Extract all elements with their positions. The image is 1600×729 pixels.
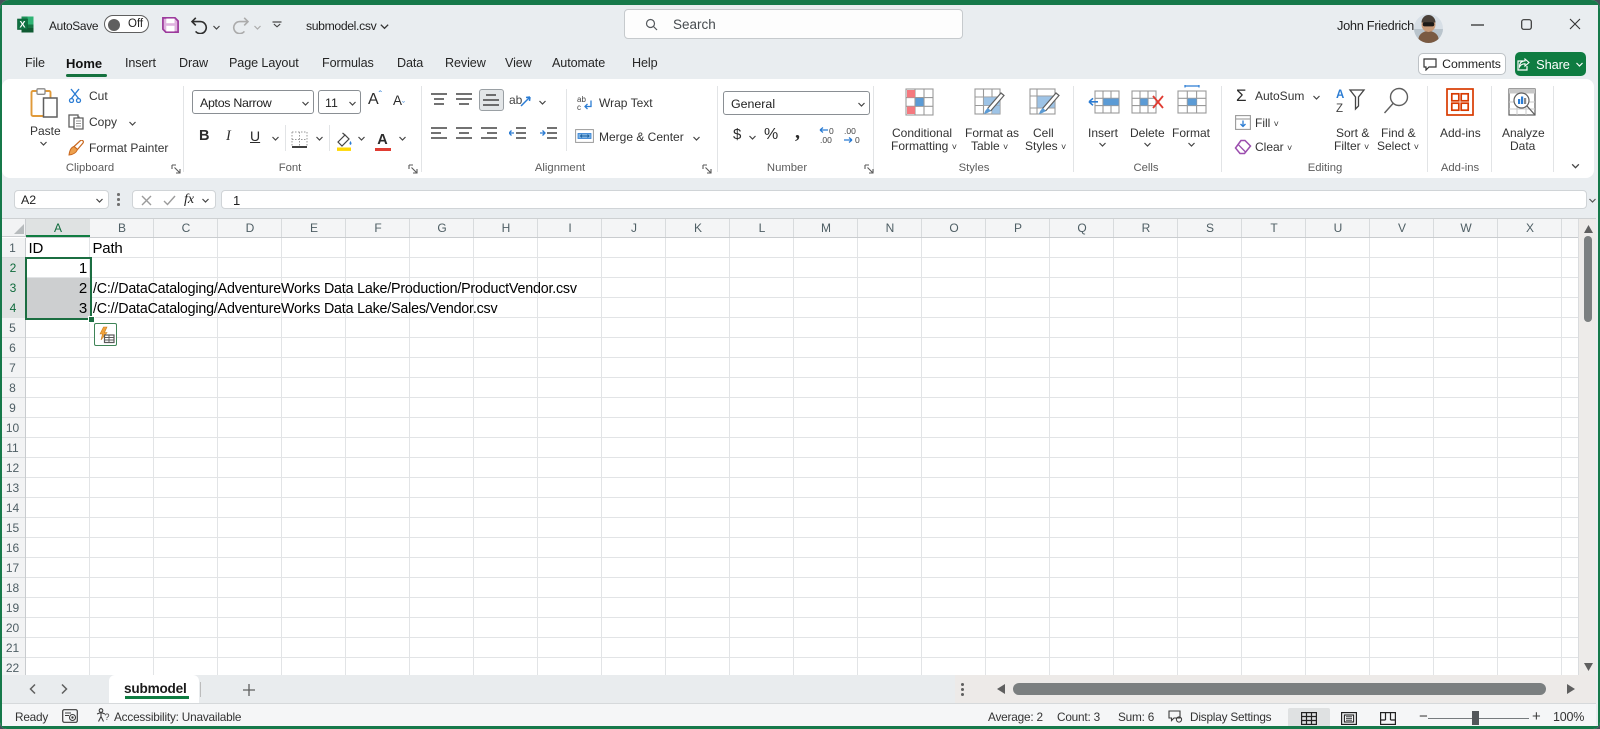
svg-text:0: 0 <box>855 135 860 144</box>
svg-text:Z: Z <box>1336 103 1343 114</box>
svg-text:.00: .00 <box>820 135 832 144</box>
svg-text:?: ? <box>105 712 110 722</box>
svg-text:X: X <box>19 20 25 30</box>
svg-text:ab: ab <box>509 93 523 107</box>
svg-text:A: A <box>1336 89 1344 101</box>
svg-text:c: c <box>577 103 581 110</box>
